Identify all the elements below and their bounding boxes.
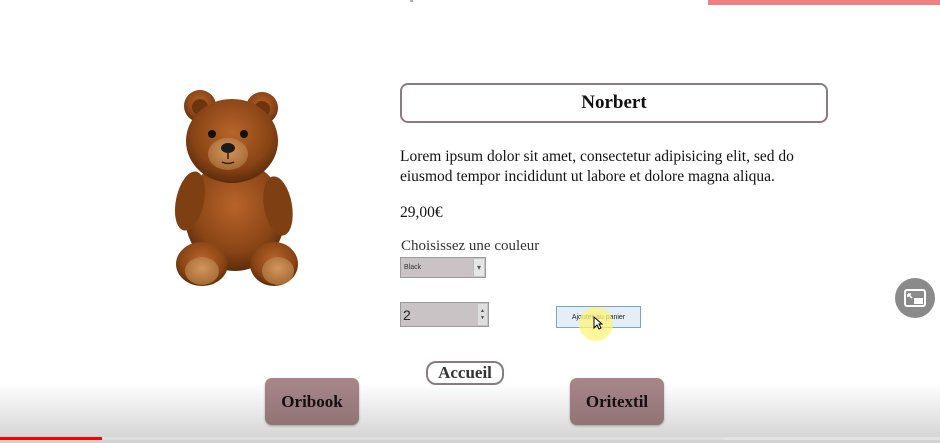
color-label: Choisissez une couleur <box>401 238 540 254</box>
home-link[interactable]: Accueil <box>426 361 504 385</box>
top-text-fragment <box>410 0 413 2</box>
quantity-stepper[interactable]: 2 ▲ ▼ <box>400 302 489 327</box>
top-accent-bar <box>708 0 940 5</box>
picture-in-picture-icon <box>904 289 926 307</box>
add-to-cart-button[interactable]: Ajouter au panier <box>556 306 641 328</box>
nav-oritextil-button[interactable]: Oritextil <box>570 378 664 425</box>
video-progress-bar[interactable] <box>0 437 940 440</box>
color-select-value: Black <box>404 264 422 271</box>
spin-down-icon[interactable]: ▼ <box>480 315 485 322</box>
product-price: 29,00€ <box>400 204 443 221</box>
nav-oribook-button[interactable]: Oribook <box>265 378 359 425</box>
video-played-bar <box>0 437 103 440</box>
color-select[interactable]: Black ▾ <box>400 257 486 278</box>
spin-up-icon[interactable]: ▲ <box>480 308 485 315</box>
video-buffer-bar <box>0 437 724 440</box>
teddy-bear-image <box>174 90 298 286</box>
quantity-value: 2 <box>403 306 411 323</box>
product-title: Norbert <box>400 83 828 123</box>
player-bottom-gradient <box>0 383 940 443</box>
spinner-arrows-icon[interactable]: ▲ ▼ <box>478 304 487 325</box>
picture-in-picture-button[interactable] <box>895 278 935 318</box>
chevron-down-icon[interactable]: ▾ <box>473 259 484 276</box>
product-description: Lorem ipsum dolor sit amet, consectetur … <box>400 148 794 185</box>
